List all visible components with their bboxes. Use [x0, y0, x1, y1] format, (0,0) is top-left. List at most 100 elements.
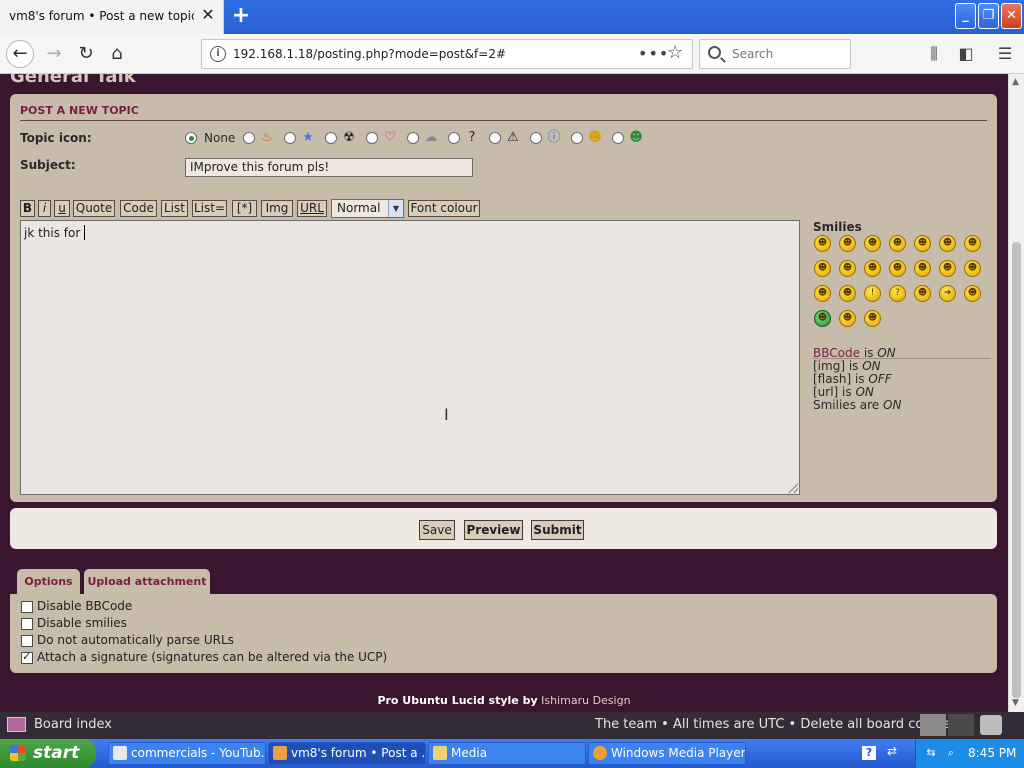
attach-signature-checkbox[interactable] [21, 650, 33, 664]
tab-options[interactable]: Options [17, 569, 80, 594]
underline-button[interactable]: u [54, 200, 70, 217]
topic-icon-radio[interactable] [284, 132, 296, 144]
help-icon[interactable]: ? [862, 746, 876, 760]
maximize-icon[interactable]: ❐ [978, 3, 999, 29]
url-bar[interactable]: i 192.168.1.18/posting.php?mode=post&f=2… [201, 39, 693, 69]
smiley-icon[interactable]: ☻ [839, 285, 856, 302]
minimize-icon[interactable]: _ [955, 3, 976, 29]
smiley-icon[interactable]: ☻ [939, 235, 956, 252]
show-hidden-icons-icon[interactable]: ⇄ [887, 744, 897, 758]
network-icon[interactable]: ⇆ [924, 746, 938, 760]
font-size-select[interactable]: Normal ▼ [331, 199, 404, 218]
submit-button[interactable]: Submit [531, 520, 584, 540]
taskbar-item-youtube[interactable]: commercials - YouTub... [108, 742, 266, 765]
smiley-icon[interactable]: ? [889, 285, 906, 302]
topic-icon-radio[interactable] [612, 132, 624, 144]
close-window-icon[interactable]: ✕ [1001, 3, 1022, 29]
smiley-icon[interactable]: ☻ [964, 285, 981, 302]
smiley-icon[interactable]: ☻ [814, 285, 831, 302]
resize-grip-icon[interactable] [788, 483, 798, 493]
theme-swatch-icon[interactable] [948, 714, 974, 736]
reload-icon[interactable]: ↻ [72, 40, 100, 68]
smiley-icon[interactable]: ☻ [864, 235, 881, 252]
topic-icon-radio[interactable] [489, 132, 501, 144]
topic-icon-radio[interactable] [571, 132, 583, 144]
smiley-icon[interactable]: ☻ [814, 310, 831, 327]
home-icon[interactable]: ⌂ [103, 40, 131, 68]
credit-author-link[interactable]: Ishimaru Design [541, 694, 630, 707]
search-tray-icon[interactable]: ⌕ [944, 746, 958, 760]
smiley-icon[interactable]: ☻ [839, 235, 856, 252]
smiley-icon[interactable]: ☻ [839, 260, 856, 277]
smiley-icon[interactable]: ! [864, 285, 881, 302]
list-item-button[interactable]: [*] [232, 200, 257, 217]
smiley-icon[interactable]: ☻ [864, 260, 881, 277]
subject-input[interactable]: IMprove this forum pls! [185, 158, 473, 177]
page-scrollbar[interactable]: ▲ ▼ [1008, 74, 1024, 712]
smiley-icon[interactable]: ☻ [939, 260, 956, 277]
site-info-icon[interactable]: i [210, 46, 226, 62]
list-button[interactable]: List [161, 200, 188, 217]
page-actions-icon[interactable]: ••• [638, 44, 669, 63]
tab-upload-attachment[interactable]: Upload attachment [84, 569, 210, 594]
new-tab-icon[interactable]: + [229, 4, 253, 28]
clock[interactable]: 8:45 PM [968, 746, 1016, 760]
bbcode-link[interactable]: BBCode [813, 346, 860, 360]
tab-close-icon[interactable]: ✕ [199, 6, 217, 24]
save-button[interactable]: Save [419, 520, 455, 540]
browser-tab[interactable]: vm8's forum • Post a new topic ✕ [0, 0, 224, 34]
disable-smilies-checkbox[interactable] [21, 618, 33, 630]
back-icon[interactable]: ← [6, 40, 34, 68]
scroll-down-icon[interactable]: ▼ [1012, 698, 1019, 708]
menu-icon[interactable]: ☰ [993, 42, 1017, 66]
start-button[interactable]: start [0, 739, 96, 768]
message-textarea[interactable]: jk this for I [20, 220, 800, 495]
smiley-icon[interactable]: ☻ [914, 260, 931, 277]
smiley-icon[interactable]: ☻ [889, 260, 906, 277]
smiley-icon[interactable]: ☻ [814, 235, 831, 252]
sidebar-icon[interactable]: ◧ [954, 42, 978, 66]
italic-button[interactable]: i [38, 200, 51, 217]
forum-title[interactable]: General Talk [10, 74, 136, 87]
font-colour-button[interactable]: Font colour [408, 200, 480, 217]
topic-icon-radio-none[interactable] [185, 132, 197, 144]
list-ordered-button[interactable]: List= [192, 200, 227, 217]
url-button[interactable]: URL [297, 200, 327, 217]
smiley-icon[interactable]: ☻ [964, 235, 981, 252]
chevron-down-icon[interactable]: ▼ [388, 200, 403, 217]
disable-bbcode-checkbox[interactable] [21, 601, 33, 613]
smiley-icon[interactable]: ☻ [864, 310, 881, 327]
smiley-icon[interactable]: ☻ [814, 260, 831, 277]
topic-icon-radio[interactable] [530, 132, 542, 144]
bold-button[interactable]: B [20, 200, 35, 217]
board-footer-links[interactable]: The team • All times are UTC • Delete al… [595, 717, 957, 732]
topic-icon-radio[interactable] [325, 132, 337, 144]
no-parse-urls-checkbox[interactable] [21, 635, 33, 647]
smiley-icon[interactable]: ☻ [914, 235, 931, 252]
scroll-thumb[interactable] [1012, 242, 1021, 698]
img-button[interactable]: Img [261, 200, 293, 217]
taskbar-item-media[interactable]: Media [428, 742, 586, 765]
topic-icon-radio[interactable] [448, 132, 460, 144]
library-icon[interactable]: ⫼ [922, 42, 946, 66]
smiley-icon[interactable]: ☻ [964, 260, 981, 277]
smiley-icon[interactable]: ☻ [839, 310, 856, 327]
code-button[interactable]: Code [120, 200, 157, 217]
url-text[interactable]: 192.168.1.18/posting.php?mode=post&f=2# [233, 47, 506, 61]
taskbar-item-media-player[interactable]: Windows Media Player [588, 742, 746, 765]
smiley-icon[interactable]: ☻ [889, 235, 906, 252]
board-index-link[interactable]: Board index [34, 717, 112, 732]
trash-icon[interactable] [980, 715, 1002, 735]
forward-icon[interactable]: → [40, 40, 68, 68]
smiley-icon[interactable]: ➔ [939, 285, 956, 302]
topic-icon-radio[interactable] [366, 132, 378, 144]
search-input[interactable]: Search [699, 39, 851, 69]
scroll-up-icon[interactable]: ▲ [1012, 77, 1019, 87]
taskbar-item-forum[interactable]: vm8's forum • Post a ... [268, 742, 426, 765]
bookmark-star-icon[interactable]: ☆ [667, 42, 683, 63]
preview-button[interactable]: Preview [464, 520, 523, 540]
theme-swatch-icon[interactable] [920, 714, 946, 736]
smiley-icon[interactable]: ☻ [914, 285, 931, 302]
quote-button[interactable]: Quote [73, 200, 115, 217]
topic-icon-radio[interactable] [407, 132, 419, 144]
